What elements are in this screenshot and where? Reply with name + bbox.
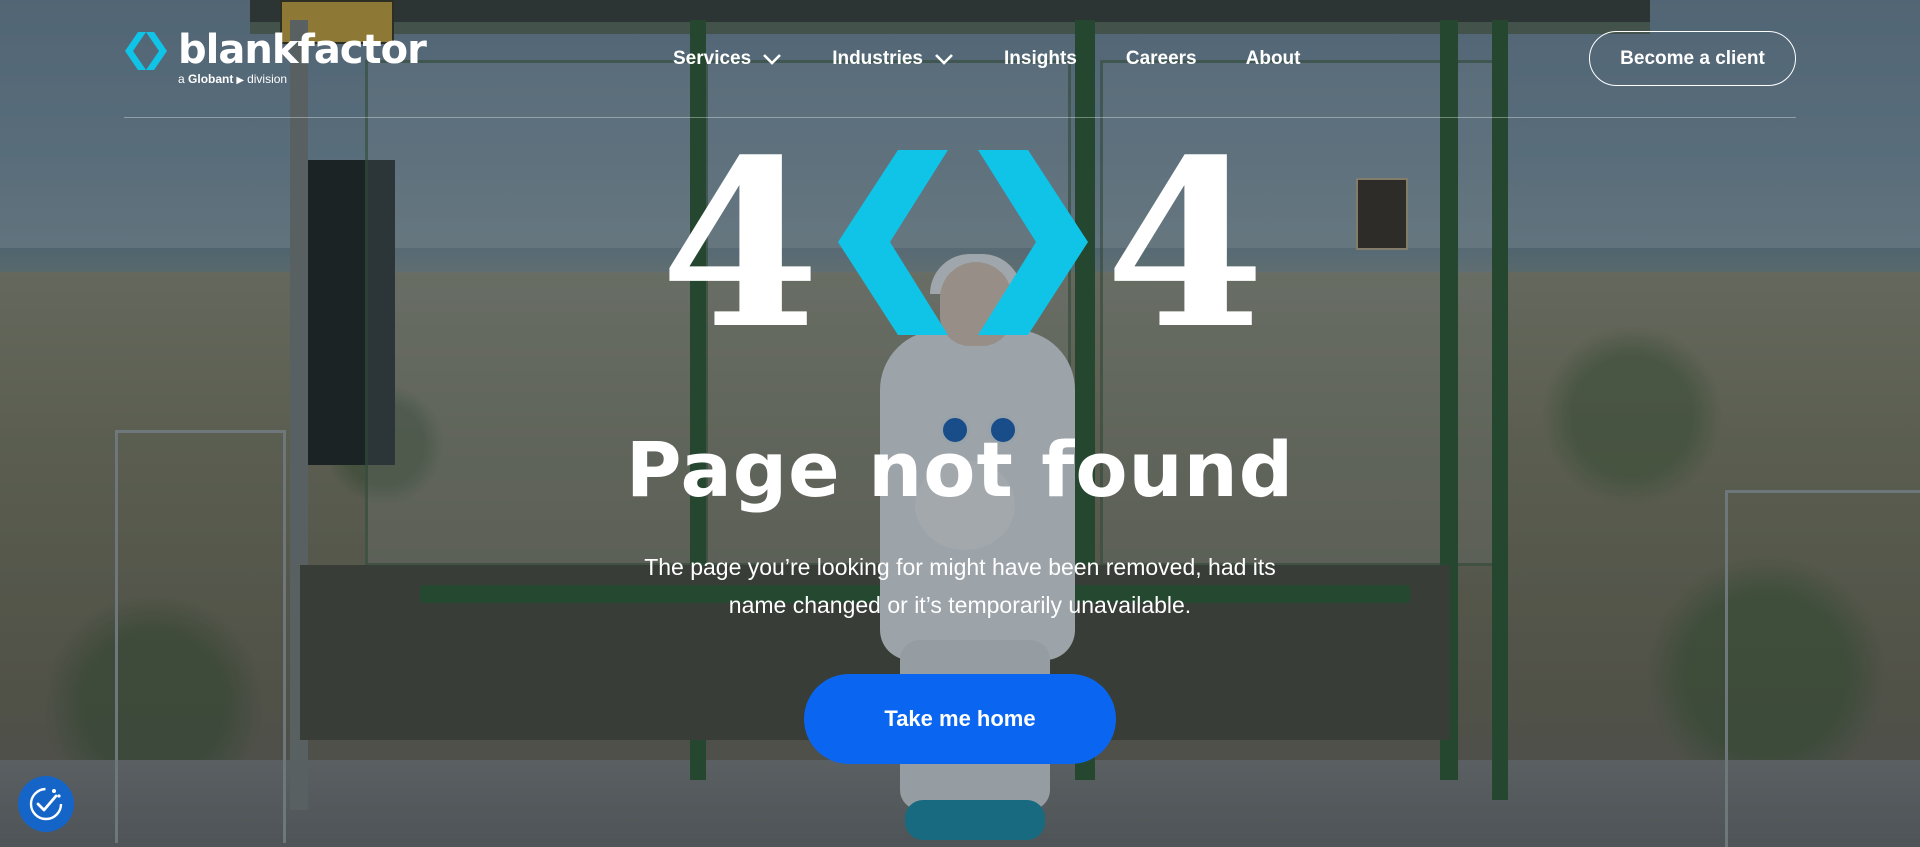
error-digit-left: 4 (660, 110, 821, 380)
nav-item-insights[interactable]: Insights (1004, 48, 1077, 70)
nav-item-careers[interactable]: Careers (1126, 48, 1197, 70)
nav-item-services[interactable]: Services (673, 48, 783, 70)
error-description: The page you’re looking for might have b… (560, 548, 1360, 624)
error-digit-right: 4 (1105, 110, 1266, 380)
nav-item-industries[interactable]: Industries (832, 48, 955, 70)
brand-logo[interactable]: blankfactor a Globant ▶ division (124, 26, 444, 90)
take-me-home-label: Take me home (884, 706, 1036, 731)
main-nav: Services Industries Insights Careers Abo… (673, 44, 1301, 74)
error-description-line-1: The page you’re looking for might have b… (644, 554, 1276, 580)
cookie-consent-button[interactable] (18, 776, 74, 832)
brand-tagline: a Globant ▶ division (178, 72, 288, 86)
page: blankfactor a Globant ▶ division Services … (0, 0, 1920, 847)
error-description-line-2: name changed or it’s temporarily unavail… (728, 592, 1192, 618)
site-header: blankfactor a Globant ▶ division Services … (124, 0, 1796, 118)
error-code: 4 4 (640, 110, 1280, 380)
brackets-logo-icon (125, 32, 167, 70)
become-client-button[interactable]: Become a client (1589, 31, 1796, 86)
page-title: Page not found (625, 425, 1295, 514)
chevron-down-icon (763, 54, 782, 65)
brand-name: blankfactor (178, 27, 427, 73)
become-client-label: Become a client (1620, 47, 1765, 69)
brackets-icon (838, 150, 1088, 335)
cookie-consent-icon (29, 787, 63, 821)
take-me-home-button[interactable]: Take me home (804, 674, 1116, 764)
chevron-down-icon (935, 54, 953, 65)
nav-item-about[interactable]: About (1246, 48, 1301, 70)
globant-arrow-icon: ▶ (236, 75, 245, 86)
